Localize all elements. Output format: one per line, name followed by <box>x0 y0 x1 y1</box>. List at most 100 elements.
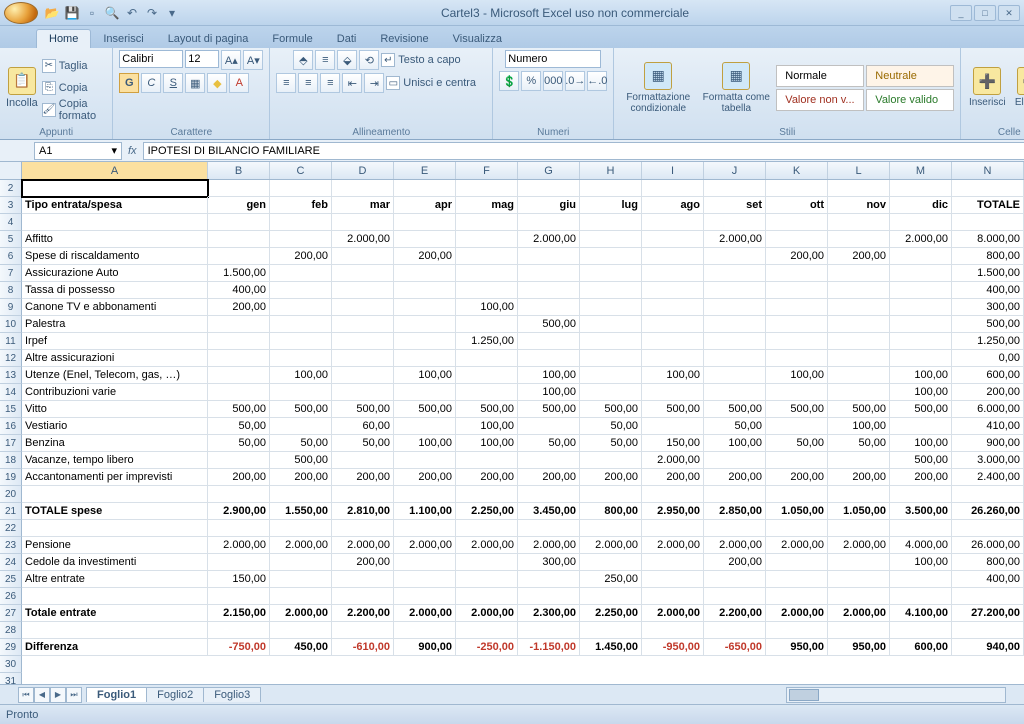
row-header[interactable]: 12 <box>0 350 22 367</box>
cell[interactable]: 500,00 <box>332 401 394 418</box>
sheet-nav-next[interactable]: ▶ <box>50 687 66 703</box>
sheet-tab[interactable]: Foglio1 <box>86 687 147 702</box>
grow-font-button[interactable]: A▴ <box>221 50 241 70</box>
row-header[interactable]: 18 <box>0 452 22 469</box>
cell[interactable] <box>704 571 766 588</box>
align-top-button[interactable]: ⬘ <box>293 50 313 70</box>
scrollbar-thumb[interactable] <box>789 689 819 701</box>
col-header-F[interactable]: F <box>456 162 518 179</box>
cell[interactable] <box>270 265 332 282</box>
cell[interactable] <box>704 299 766 316</box>
cell[interactable] <box>456 180 518 197</box>
style-bad[interactable]: Valore non v... <box>776 89 864 111</box>
cell[interactable]: 50,00 <box>828 435 890 452</box>
cell[interactable] <box>890 333 952 350</box>
cell[interactable] <box>580 520 642 537</box>
cell[interactable]: 200,00 <box>828 469 890 486</box>
cell[interactable]: 26.000,00 <box>952 537 1024 554</box>
cell[interactable]: 200,00 <box>332 554 394 571</box>
cell[interactable] <box>394 214 456 231</box>
cell[interactable]: 100,00 <box>270 367 332 384</box>
ribbon-tab-inserisci[interactable]: Inserisci <box>91 30 155 48</box>
cell[interactable] <box>456 214 518 231</box>
cell[interactable] <box>394 418 456 435</box>
cell[interactable]: 2.000,00 <box>394 605 456 622</box>
cell[interactable] <box>890 316 952 333</box>
cell[interactable] <box>580 452 642 469</box>
cell[interactable] <box>456 282 518 299</box>
cell[interactable] <box>704 520 766 537</box>
row-header[interactable]: 28 <box>0 622 22 639</box>
cell[interactable] <box>704 248 766 265</box>
cell[interactable] <box>332 588 394 605</box>
cell[interactable]: 800,00 <box>580 503 642 520</box>
font-size-select[interactable] <box>185 50 219 68</box>
cell[interactable] <box>332 180 394 197</box>
cell[interactable] <box>580 333 642 350</box>
cell[interactable]: 2.000,00 <box>890 231 952 248</box>
cell[interactable] <box>828 231 890 248</box>
cell[interactable] <box>518 418 580 435</box>
shrink-font-button[interactable]: A▾ <box>243 50 263 70</box>
cell[interactable] <box>828 554 890 571</box>
cell[interactable]: 400,00 <box>208 282 270 299</box>
cell[interactable] <box>642 571 704 588</box>
cell[interactable] <box>580 554 642 571</box>
cell[interactable]: 2.000,00 <box>828 605 890 622</box>
cell[interactable] <box>642 333 704 350</box>
cell[interactable] <box>704 486 766 503</box>
cell[interactable]: 100,00 <box>890 554 952 571</box>
cell[interactable]: 2.000,00 <box>456 537 518 554</box>
cell[interactable]: 600,00 <box>890 639 952 656</box>
cell[interactable]: Accantonamenti per imprevisti <box>22 469 208 486</box>
cell[interactable] <box>270 384 332 401</box>
cell[interactable] <box>766 350 828 367</box>
sheet-nav-first[interactable]: ⏮ <box>18 687 34 703</box>
cell[interactable] <box>642 486 704 503</box>
cell[interactable]: Cedole da investimenti <box>22 554 208 571</box>
cell[interactable] <box>704 265 766 282</box>
cell[interactable]: 3.500,00 <box>890 503 952 520</box>
cell[interactable]: Altre assicurazioni <box>22 350 208 367</box>
cell[interactable] <box>890 214 952 231</box>
cell[interactable]: -750,00 <box>208 639 270 656</box>
cell[interactable] <box>208 350 270 367</box>
cell[interactable] <box>332 316 394 333</box>
cell[interactable] <box>518 214 580 231</box>
cell[interactable] <box>456 554 518 571</box>
cell[interactable]: -250,00 <box>456 639 518 656</box>
cell[interactable]: 500,00 <box>642 401 704 418</box>
cell[interactable] <box>394 350 456 367</box>
cell[interactable] <box>890 622 952 639</box>
col-header-J[interactable]: J <box>704 162 766 179</box>
cell[interactable] <box>704 588 766 605</box>
spreadsheet-grid[interactable]: ABCDEFGHIJKLMN 2345678910111213141516171… <box>0 162 1024 684</box>
cell[interactable] <box>704 316 766 333</box>
indent-dec-button[interactable]: ⇤ <box>342 73 362 93</box>
cell[interactable]: giu <box>518 197 580 214</box>
cell[interactable] <box>208 214 270 231</box>
cell[interactable] <box>456 350 518 367</box>
cell[interactable]: -650,00 <box>704 639 766 656</box>
font-name-select[interactable] <box>119 50 183 68</box>
row-header[interactable]: 29 <box>0 639 22 656</box>
cell[interactable] <box>270 486 332 503</box>
cell[interactable]: mag <box>456 197 518 214</box>
cell[interactable] <box>394 299 456 316</box>
format-as-table-button[interactable]: ▦Formatta come tabella <box>700 53 772 123</box>
cell[interactable]: Utenze (Enel, Telecom, gas, …) <box>22 367 208 384</box>
cell[interactable] <box>518 452 580 469</box>
row-header[interactable]: 11 <box>0 333 22 350</box>
cell[interactable] <box>704 367 766 384</box>
row-header[interactable]: 15 <box>0 401 22 418</box>
delete-cells-button[interactable]: ➖Elimina <box>1011 53 1024 123</box>
office-button[interactable] <box>4 2 38 24</box>
cell[interactable]: Pensione <box>22 537 208 554</box>
cell[interactable] <box>456 265 518 282</box>
cell[interactable] <box>580 231 642 248</box>
cell[interactable] <box>580 384 642 401</box>
cell[interactable] <box>704 452 766 469</box>
cell[interactable] <box>456 486 518 503</box>
cell[interactable]: 2.150,00 <box>208 605 270 622</box>
cell[interactable] <box>332 367 394 384</box>
